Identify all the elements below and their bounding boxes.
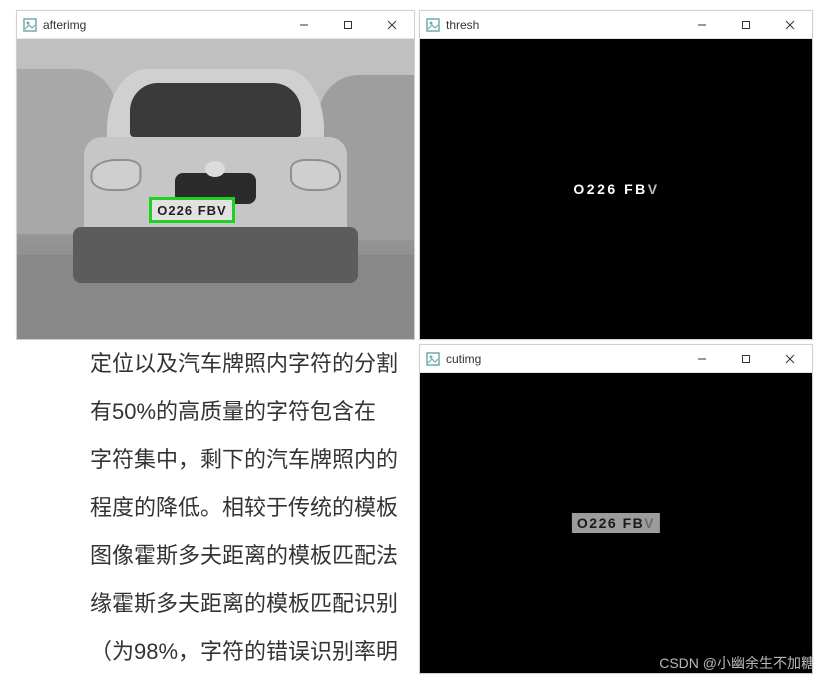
window-thresh[interactable]: thresh O 2 2 6 F B V [419, 10, 813, 340]
window-controls [282, 11, 414, 38]
close-button[interactable] [768, 11, 812, 38]
titlebar[interactable]: afterimg [17, 11, 414, 39]
window-title: thresh [446, 18, 680, 32]
minimize-button[interactable] [282, 11, 326, 38]
maximize-button[interactable] [724, 11, 768, 38]
window-cutimg[interactable]: cutimg O226 FBV [419, 344, 813, 674]
image-viewport: O226 FBV [420, 373, 812, 673]
window-controls [680, 345, 812, 372]
car-photo: O226 FBV [17, 39, 414, 339]
window-title: afterimg [43, 18, 282, 32]
window-title: cutimg [446, 352, 680, 366]
detected-plate-bbox: O226 FBV [149, 197, 235, 223]
plate-text: O226 FBV [157, 203, 226, 218]
close-button[interactable] [768, 345, 812, 372]
image-viewport: O226 FBV [17, 39, 414, 339]
cut-plate-text: O226 FBV [572, 513, 660, 533]
close-button[interactable] [370, 11, 414, 38]
threshold-plate-text: O 2 2 6 F B V [573, 181, 658, 197]
titlebar[interactable]: thresh [420, 11, 812, 39]
window-controls [680, 11, 812, 38]
app-icon [426, 352, 440, 366]
minimize-button[interactable] [680, 345, 724, 372]
csdn-watermark: CSDN @小幽余生不加糖 [659, 653, 815, 673]
minimize-button[interactable] [680, 11, 724, 38]
app-icon [426, 18, 440, 32]
app-icon [23, 18, 37, 32]
window-afterimg[interactable]: afterimg [16, 10, 415, 340]
maximize-button[interactable] [724, 345, 768, 372]
maximize-button[interactable] [326, 11, 370, 38]
image-viewport: O 2 2 6 F B V [420, 39, 812, 339]
titlebar[interactable]: cutimg [420, 345, 812, 373]
